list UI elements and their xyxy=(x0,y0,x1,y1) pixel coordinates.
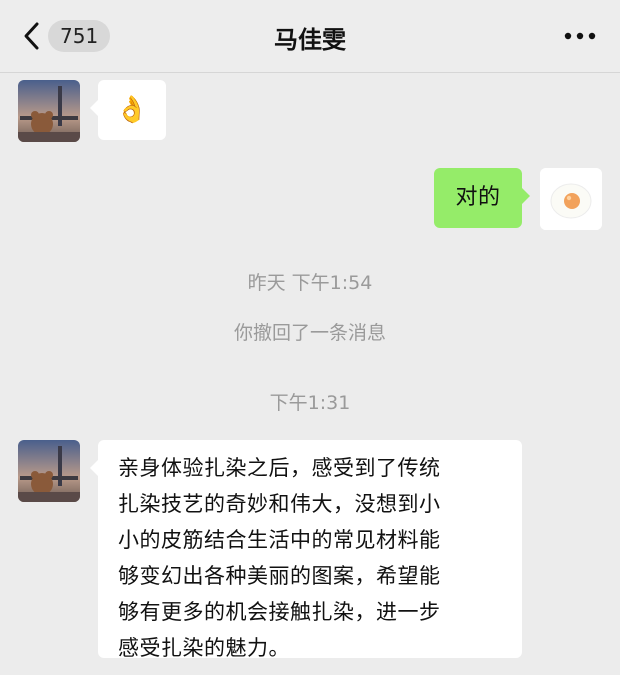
sent-message-bubble[interactable]: 对的 xyxy=(434,168,530,228)
received-message-text: 亲身体验扎染之后，感受到了传统 扎染技艺的奇妙和伟大，没想到小 小的皮筋结合生活… xyxy=(118,456,441,660)
user-avatar[interactable] xyxy=(540,168,602,230)
contact-avatar[interactable] xyxy=(18,440,80,502)
timestamp: 昨天 下午1:54 xyxy=(247,272,373,294)
received-message-bubble[interactable]: 亲身体验扎染之后，感受到了传统 扎染技艺的奇妙和伟大，没想到小 小的皮筋结合生活… xyxy=(90,440,522,660)
chat-title: 马佳雯 xyxy=(274,26,346,54)
recall-notice: 你撤回了一条消息 xyxy=(233,322,386,344)
more-options-icon[interactable] xyxy=(560,24,600,48)
ok-hand-emoji: 👌 xyxy=(115,95,149,125)
timestamp: 下午1:31 xyxy=(269,392,351,414)
avatar-image xyxy=(18,440,80,502)
sent-message-text: 对的 xyxy=(455,185,501,210)
contact-avatar[interactable] xyxy=(18,80,80,142)
received-emoji-bubble[interactable]: 👌 xyxy=(90,80,166,140)
chat-header: 751 马佳雯 xyxy=(0,0,620,73)
avatar-image xyxy=(18,80,80,142)
fried-egg-icon xyxy=(540,168,602,230)
